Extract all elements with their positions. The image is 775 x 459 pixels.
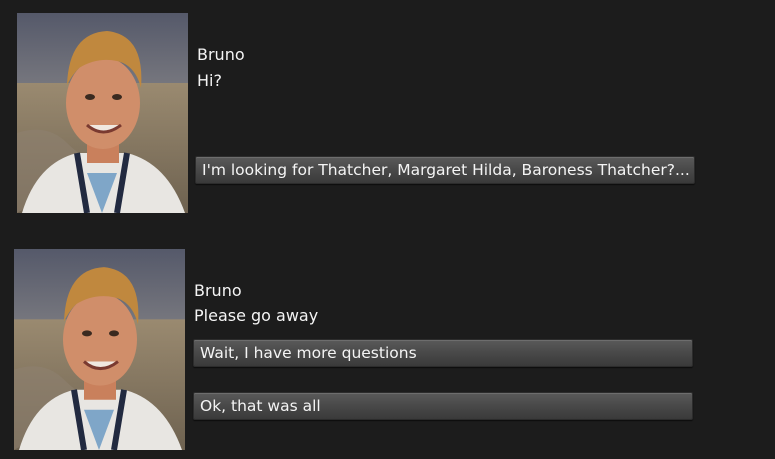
npc-line: Please go away — [194, 306, 319, 325]
speaker-name: Bruno — [197, 45, 245, 64]
npc-portrait — [14, 249, 185, 450]
dialogue-choice-button[interactable]: Ok, that was all — [193, 392, 693, 420]
npc-line: Hi? — [197, 71, 222, 90]
npc-portrait — [17, 13, 188, 213]
portrait-image — [14, 249, 185, 450]
dialogue-choice-button[interactable]: I'm looking for Thatcher, Margaret Hilda… — [195, 156, 695, 184]
dialogue-choice-button[interactable]: Wait, I have more questions — [193, 339, 693, 367]
portrait-image — [17, 13, 188, 213]
speaker-name: Bruno — [194, 281, 242, 300]
